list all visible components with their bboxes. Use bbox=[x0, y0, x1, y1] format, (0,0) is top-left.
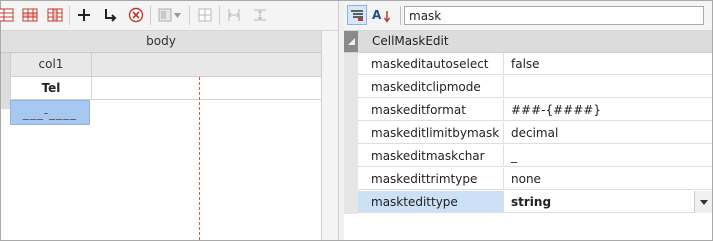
property-name: maskeditmaskchar bbox=[358, 145, 504, 167]
collapse-icon[interactable] bbox=[344, 31, 358, 52]
designer-toolbar bbox=[0, 1, 338, 31]
property-value[interactable]: decimal bbox=[504, 122, 712, 144]
row-gutter bbox=[344, 76, 358, 99]
add-column-icon[interactable] bbox=[46, 6, 64, 24]
vertical-scrollbar[interactable] bbox=[322, 31, 338, 240]
add-head-row-icon[interactable] bbox=[0, 6, 15, 24]
property-toolbar: A bbox=[344, 1, 712, 31]
distribute-rows-icon[interactable] bbox=[251, 6, 269, 24]
row-gutter bbox=[344, 122, 358, 145]
cell-tel[interactable]: Tel bbox=[10, 77, 92, 99]
row-gutter bbox=[344, 191, 358, 214]
app-window: body col1 Tel ___-____ A mask CellMaskEd… bbox=[0, 0, 713, 241]
insert-below-icon[interactable] bbox=[101, 6, 119, 24]
property-name: maskedittrimtype bbox=[358, 168, 504, 190]
property-row[interactable]: maskeditmaskchar _ bbox=[344, 145, 712, 168]
chevron-down-icon[interactable] bbox=[172, 6, 182, 24]
width-guide-line bbox=[199, 77, 200, 240]
property-row[interactable]: maskeditformat ###-{####} bbox=[344, 99, 712, 122]
split-cells-icon[interactable] bbox=[196, 6, 214, 24]
property-row[interactable]: maskedittrimtype none bbox=[344, 168, 712, 191]
designer-pane: body col1 Tel ___-____ bbox=[0, 1, 338, 240]
property-search-input[interactable] bbox=[404, 6, 704, 25]
property-value[interactable]: false bbox=[504, 53, 712, 75]
category-cellmaskedit[interactable]: CellMaskEdit bbox=[344, 31, 712, 53]
property-row[interactable]: maskeditlimitbymask decimal bbox=[344, 122, 712, 145]
align-columns-icon[interactable] bbox=[225, 6, 243, 24]
band-header-body[interactable]: body bbox=[1, 31, 321, 53]
delete-icon[interactable] bbox=[127, 6, 145, 24]
categorized-view-icon[interactable] bbox=[347, 5, 367, 25]
property-name: maskeditformat bbox=[358, 99, 504, 121]
toolbar-separator bbox=[150, 6, 151, 25]
toolbar-separator bbox=[400, 6, 401, 25]
property-row[interactable]: maskeditautoselect false bbox=[344, 53, 712, 76]
alphabetical-sort-icon[interactable]: A bbox=[372, 5, 392, 25]
row-gutter bbox=[344, 145, 358, 168]
row-gutter bbox=[344, 53, 358, 76]
toolbar-separator bbox=[219, 6, 220, 25]
property-value[interactable] bbox=[504, 76, 712, 98]
design-canvas[interactable]: body col1 Tel ___-____ bbox=[1, 31, 322, 240]
toolbar-separator bbox=[69, 6, 70, 25]
column-header-col1[interactable]: col1 bbox=[10, 53, 92, 76]
property-name: maskeditautoselect bbox=[358, 53, 504, 75]
row-gutter bbox=[344, 168, 358, 191]
property-value[interactable]: string bbox=[504, 191, 712, 213]
svg-text:A: A bbox=[372, 8, 382, 22]
property-name: masktedittype bbox=[358, 191, 504, 213]
add-icon[interactable] bbox=[75, 6, 93, 24]
property-row[interactable]: maskeditclipmode bbox=[344, 76, 712, 99]
property-value[interactable]: ###-{####} bbox=[504, 99, 712, 121]
row-gutter bbox=[1, 53, 10, 109]
row-gutter bbox=[344, 99, 358, 122]
chevron-down-icon bbox=[699, 199, 708, 205]
add-body-row-icon[interactable] bbox=[21, 6, 39, 24]
property-row-selected[interactable]: masktedittype string bbox=[344, 191, 712, 214]
category-label: CellMaskEdit bbox=[372, 34, 449, 48]
property-value[interactable]: none bbox=[504, 168, 712, 190]
mask-edit-cell[interactable]: ___-____ bbox=[10, 100, 90, 125]
property-value[interactable]: _ bbox=[504, 145, 712, 167]
property-name: maskeditlimitbymask bbox=[358, 122, 504, 144]
toolbar-separator bbox=[189, 6, 190, 25]
property-name: maskeditclipmode bbox=[358, 76, 504, 98]
dropdown-button[interactable] bbox=[694, 191, 712, 213]
property-grid: A CellMaskEdit maskeditautoselect false … bbox=[344, 1, 712, 240]
